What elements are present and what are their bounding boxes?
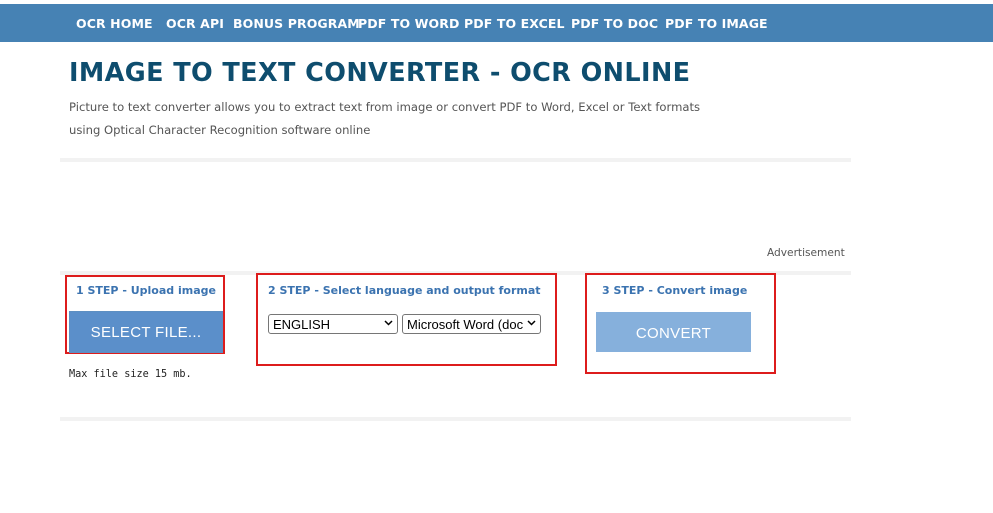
nav-ocr-home[interactable]: OCR HOME — [76, 16, 153, 31]
header-divider — [60, 158, 851, 162]
nav-bonus-program[interactable]: BONUS PROGRAM — [233, 16, 360, 31]
step3-title: 3 STEP - Convert image — [602, 284, 748, 297]
language-select[interactable]: ENGLISH — [268, 314, 398, 334]
convert-button[interactable]: CONVERT — [596, 312, 751, 352]
page-title: IMAGE TO TEXT CONVERTER - OCR ONLINE — [69, 58, 691, 88]
nav-pdf-to-doc[interactable]: PDF TO DOC — [571, 16, 658, 31]
step2-title: 2 STEP - Select language and output form… — [268, 284, 541, 297]
output-format-select-value: Microsoft Word (doc — [407, 317, 524, 332]
nav-pdf-to-word[interactable]: PDF TO WORD — [358, 16, 459, 31]
select-file-button[interactable]: SELECT FILE... — [69, 311, 223, 353]
chevron-down-icon — [525, 315, 537, 333]
nav-ocr-api[interactable]: OCR API — [166, 16, 224, 31]
max-file-size-note: Max file size 15 mb. — [69, 369, 192, 380]
steps-bottom-divider — [60, 417, 851, 421]
description-line-2: using Optical Character Recognition soft… — [69, 123, 371, 137]
nav-pdf-to-image[interactable]: PDF TO IMAGE — [665, 16, 768, 31]
chevron-down-icon — [382, 315, 394, 333]
step1-title: 1 STEP - Upload image — [76, 284, 216, 297]
nav-pdf-to-excel[interactable]: PDF TO EXCEL — [464, 16, 565, 31]
advertisement-label: Advertisement — [767, 247, 845, 259]
language-select-value: ENGLISH — [273, 317, 331, 332]
top-navigation: OCR HOME OCR API BONUS PROGRAM PDF TO WO… — [0, 4, 993, 42]
description-line-1: Picture to text converter allows you to … — [69, 100, 701, 114]
output-format-select[interactable]: Microsoft Word (doc — [402, 314, 541, 334]
